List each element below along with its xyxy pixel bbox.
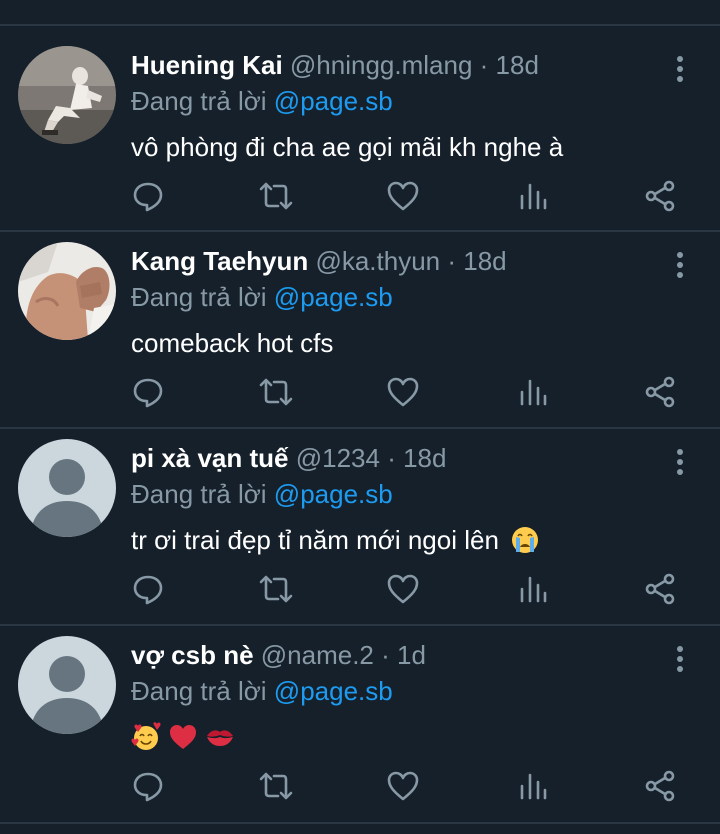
kiss-mark-emoji bbox=[207, 730, 234, 746]
author-handle[interactable]: @1234 bbox=[296, 443, 380, 473]
avatar[interactable] bbox=[18, 242, 116, 340]
tweet-header: pi xà vạn tuế @1234 · 18d bbox=[131, 441, 446, 475]
retweet-icon[interactable] bbox=[256, 372, 296, 412]
author-handle[interactable]: @hningg.mlang bbox=[290, 50, 473, 80]
tweet-header: vợ csb nè @name.2 · 1d bbox=[131, 638, 426, 672]
analytics-icon[interactable] bbox=[512, 176, 552, 216]
action-bar bbox=[0, 176, 720, 216]
author-name[interactable]: vợ csb nè bbox=[131, 640, 254, 670]
timestamp[interactable]: 18d bbox=[463, 246, 506, 276]
timestamp[interactable]: 1d bbox=[397, 640, 426, 670]
replying-to-line: Đang trả lời @page.sb bbox=[131, 477, 393, 511]
more-vertical-icon[interactable] bbox=[668, 644, 692, 674]
replying-to-line: Đang trả lời @page.sb bbox=[131, 84, 393, 118]
tweet-item[interactable]: Kang Taehyun @ka.thyun · 18d Đang trả lờ… bbox=[0, 222, 720, 418]
replying-prefix: Đang trả lời bbox=[131, 282, 267, 312]
share-icon[interactable] bbox=[640, 372, 680, 412]
author-handle[interactable]: @ka.thyun bbox=[315, 246, 440, 276]
action-bar bbox=[0, 569, 720, 609]
tweet-text: tr ơi trai đẹp tỉ năm mới ngoi lên bbox=[131, 523, 540, 557]
mention-link[interactable]: @page.sb bbox=[274, 479, 393, 509]
heart-icon[interactable] bbox=[383, 569, 423, 609]
tweet-item[interactable]: pi xà vạn tuế @1234 · 18d Đang trả lời @… bbox=[0, 419, 720, 615]
timestamp[interactable]: 18d bbox=[403, 443, 446, 473]
mention-link[interactable]: @page.sb bbox=[274, 676, 393, 706]
separator-dot: · bbox=[440, 246, 464, 276]
action-bar bbox=[0, 766, 720, 806]
tweet-text: vô phòng đi cha ae gọi mãi kh nghe à bbox=[131, 132, 564, 162]
mention-link[interactable]: @page.sb bbox=[274, 86, 393, 116]
tweet-text bbox=[131, 720, 235, 754]
tweet-item[interactable]: vợ csb nè @name.2 · 1d Đang trả lời @pag… bbox=[0, 616, 720, 812]
avatar[interactable] bbox=[18, 46, 116, 144]
replying-to-line: Đang trả lời @page.sb bbox=[131, 674, 393, 708]
retweet-icon[interactable] bbox=[256, 569, 296, 609]
tweet-text-content: tr ơi trai đẹp tỉ năm mới ngoi lên bbox=[131, 525, 499, 555]
replying-prefix: Đang trả lời bbox=[131, 676, 267, 706]
author-name[interactable]: Kang Taehyun bbox=[131, 246, 308, 276]
separator-dot: · bbox=[373, 640, 398, 670]
heart-icon[interactable] bbox=[383, 176, 423, 216]
reply-icon[interactable] bbox=[128, 569, 168, 609]
avatar[interactable] bbox=[18, 439, 116, 537]
timestamp[interactable]: 18d bbox=[496, 50, 539, 80]
reply-icon[interactable] bbox=[128, 372, 168, 412]
more-vertical-icon[interactable] bbox=[668, 250, 692, 280]
tweet-header: Kang Taehyun @ka.thyun · 18d bbox=[131, 244, 507, 278]
retweet-icon[interactable] bbox=[256, 176, 296, 216]
replying-prefix: Đang trả lời bbox=[131, 86, 267, 116]
red-heart-emoji bbox=[170, 725, 197, 749]
more-vertical-icon[interactable] bbox=[668, 447, 692, 477]
reply-feed: Huening Kai @hningg.mlang · 18d Đang trả… bbox=[0, 0, 720, 834]
analytics-icon[interactable] bbox=[512, 569, 552, 609]
tweet-text: comeback hot cfs bbox=[131, 328, 334, 358]
action-bar bbox=[0, 372, 720, 412]
tweet-header: Huening Kai @hningg.mlang · 18d bbox=[131, 48, 539, 82]
retweet-icon[interactable] bbox=[256, 766, 296, 806]
crying-face-emoji bbox=[512, 527, 539, 553]
more-vertical-icon[interactable] bbox=[668, 54, 692, 84]
share-icon[interactable] bbox=[640, 766, 680, 806]
reply-icon[interactable] bbox=[128, 766, 168, 806]
avatar[interactable] bbox=[18, 636, 116, 734]
separator-dot: · bbox=[472, 50, 496, 80]
smiling-face-with-hearts-emoji bbox=[131, 722, 161, 750]
separator-dot: · bbox=[379, 443, 404, 473]
heart-icon[interactable] bbox=[383, 372, 423, 412]
share-icon[interactable] bbox=[640, 176, 680, 216]
author-name[interactable]: Huening Kai bbox=[131, 50, 283, 80]
author-handle[interactable]: @name.2 bbox=[261, 640, 374, 670]
divider bbox=[0, 822, 720, 824]
analytics-icon[interactable] bbox=[512, 372, 552, 412]
mention-link[interactable]: @page.sb bbox=[274, 282, 393, 312]
reply-icon[interactable] bbox=[128, 176, 168, 216]
replying-to-line: Đang trả lời @page.sb bbox=[131, 280, 393, 314]
tweet-item[interactable]: Huening Kai @hningg.mlang · 18d Đang trả… bbox=[0, 26, 720, 222]
author-name[interactable]: pi xà vạn tuế bbox=[131, 443, 289, 473]
replying-prefix: Đang trả lời bbox=[131, 479, 267, 509]
share-icon[interactable] bbox=[640, 569, 680, 609]
heart-icon[interactable] bbox=[383, 766, 423, 806]
analytics-icon[interactable] bbox=[512, 766, 552, 806]
